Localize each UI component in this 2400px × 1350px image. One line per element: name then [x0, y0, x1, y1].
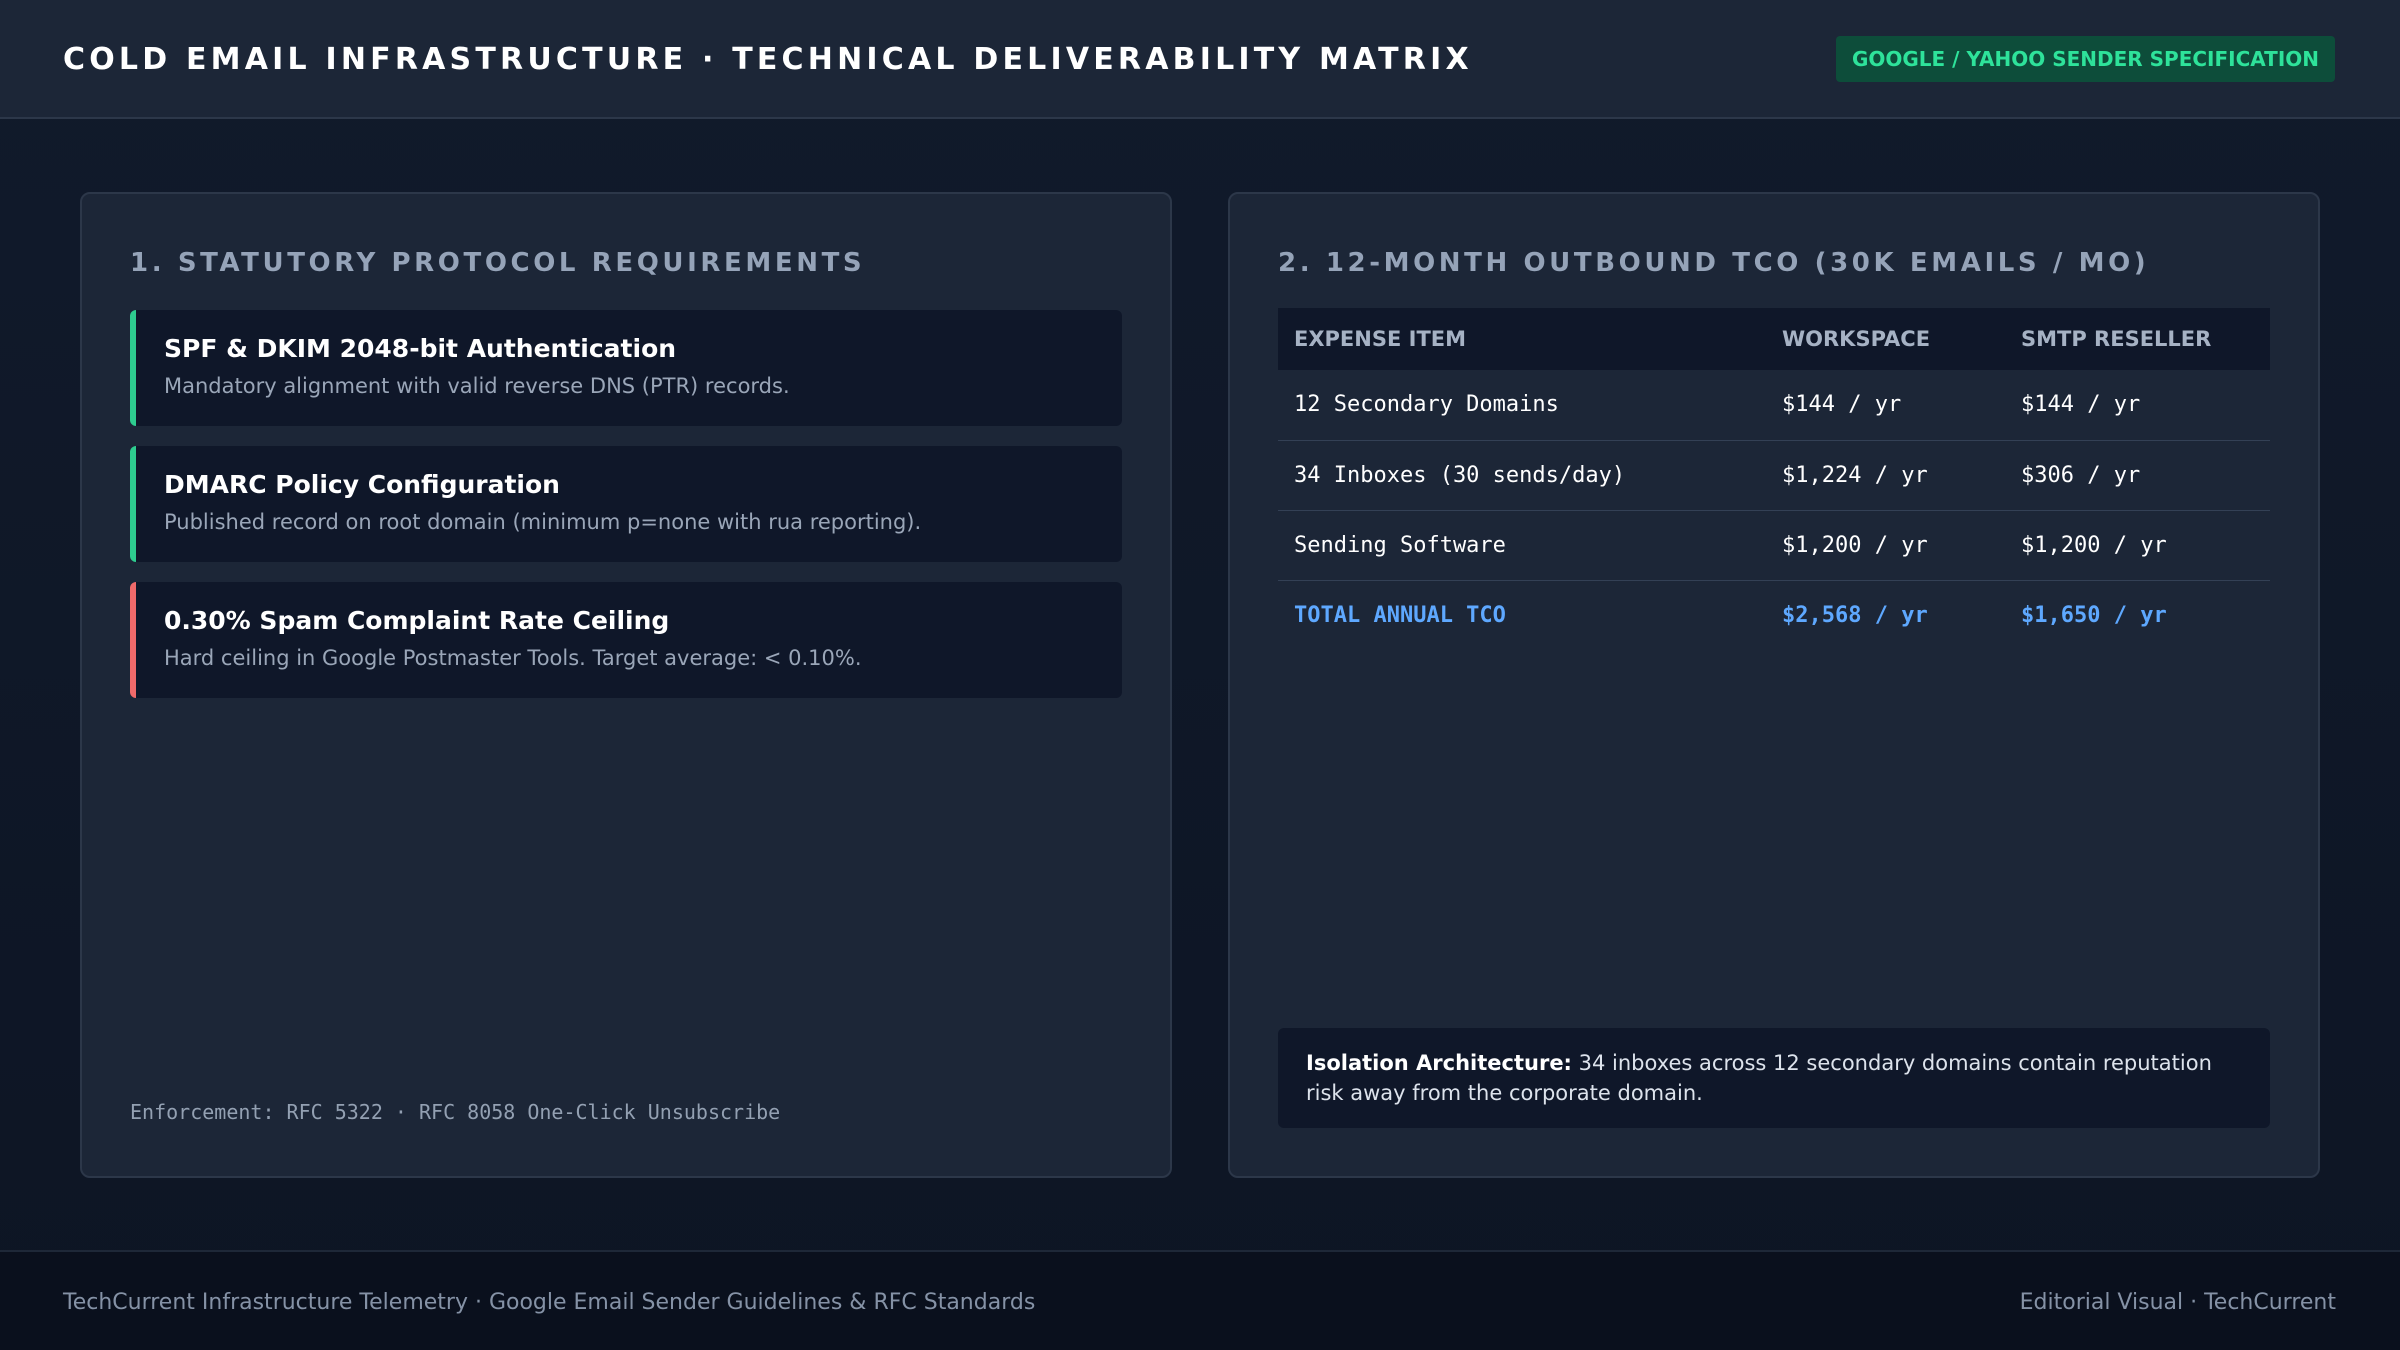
spec-badge: GOOGLE / YAHOO SENDER SPECIFICATION: [1835, 36, 2335, 82]
cell-expense-item: Sending Software: [1278, 510, 1766, 581]
footer-source: TechCurrent Infrastructure Telemetry · G…: [63, 1290, 1036, 1315]
total-workspace-cost: $2,568 / yr: [1782, 602, 1928, 628]
table-total-row: TOTAL ANNUAL TCO $2,568 / yr $1,650 / yr: [1278, 580, 2270, 650]
table-header-row: EXPENSE ITEM WORKSPACE SMTP RESELLER: [1278, 308, 2270, 370]
requirement-description: Hard ceiling in Google Postmaster Tools.…: [164, 646, 862, 670]
note-label: Isolation Architecture:: [1306, 1051, 1572, 1075]
footer-bar: TechCurrent Infrastructure Telemetry · G…: [0, 1250, 2400, 1350]
panel-title-tco: 2. 12-MONTH OUTBOUND TCO (30K EMAILS / M…: [1278, 248, 2150, 278]
header-bar: COLD EMAIL INFRASTRUCTURE · TECHNICAL DE…: [0, 0, 2400, 119]
tco-panel: 2. 12-MONTH OUTBOUND TCO (30K EMAILS / M…: [1228, 192, 2320, 1178]
cell-smtp-cost: $144 / yr: [2005, 370, 2270, 441]
table-row: 34 Inboxes (30 sends/day) $1,224 / yr $3…: [1278, 440, 2270, 511]
requirement-card-spf-dkim: SPF & DKIM 2048-bit Authentication Manda…: [130, 310, 1122, 426]
cell-smtp-cost: $306 / yr: [2005, 440, 2270, 511]
column-header-smtp-reseller: SMTP RESELLER: [2005, 308, 2270, 370]
status-accent-bar: [130, 582, 136, 698]
total-smtp-cost: $1,650 / yr: [2021, 602, 2167, 628]
requirement-title: 0.30% Spam Complaint Rate Ceiling: [164, 606, 670, 635]
requirement-card-dmarc: DMARC Policy Configuration Published rec…: [130, 446, 1122, 562]
column-header-workspace: WORKSPACE: [1766, 308, 2005, 370]
cell-expense-item: 34 Inboxes (30 sends/day): [1278, 440, 1766, 511]
cell-smtp-cost: $1,200 / yr: [2005, 510, 2270, 581]
column-header-expense-item: EXPENSE ITEM: [1278, 308, 1766, 370]
status-accent-bar: [130, 310, 136, 426]
requirement-description: Published record on root domain (minimum…: [164, 510, 922, 534]
table-row: 12 Secondary Domains $144 / yr $144 / yr: [1278, 370, 2270, 441]
isolation-note: Isolation Architecture: 34 inboxes acros…: [1278, 1028, 2270, 1128]
requirement-description: Mandatory alignment with valid reverse D…: [164, 374, 790, 398]
status-accent-bar: [130, 446, 136, 562]
footer-credit: Editorial Visual · TechCurrent: [2019, 1290, 2336, 1315]
page-title: COLD EMAIL INFRASTRUCTURE · TECHNICAL DE…: [63, 42, 1473, 77]
cell-workspace-cost: $144 / yr: [1766, 370, 2005, 441]
tco-table: EXPENSE ITEM WORKSPACE SMTP RESELLER 12 …: [1278, 308, 2270, 650]
page: COLD EMAIL INFRASTRUCTURE · TECHNICAL DE…: [0, 0, 2400, 1350]
requirement-card-spam-rate: 0.30% Spam Complaint Rate Ceiling Hard c…: [130, 582, 1122, 698]
table-row: Sending Software $1,200 / yr $1,200 / yr: [1278, 510, 2270, 581]
cell-expense-item: 12 Secondary Domains: [1278, 370, 1766, 441]
enforcement-note: Enforcement: RFC 5322 · RFC 8058 One-Cli…: [130, 1100, 781, 1124]
cell-workspace-cost: $1,200 / yr: [1766, 510, 2005, 581]
requirement-title: DMARC Policy Configuration: [164, 470, 560, 499]
total-label: TOTAL ANNUAL TCO: [1294, 602, 1506, 628]
panel-title-requirements: 1. STATUTORY PROTOCOL REQUIREMENTS: [130, 248, 866, 278]
requirement-title: SPF & DKIM 2048-bit Authentication: [164, 334, 677, 363]
cell-workspace-cost: $1,224 / yr: [1766, 440, 2005, 511]
protocol-requirements-panel: 1. STATUTORY PROTOCOL REQUIREMENTS SPF &…: [80, 192, 1172, 1178]
